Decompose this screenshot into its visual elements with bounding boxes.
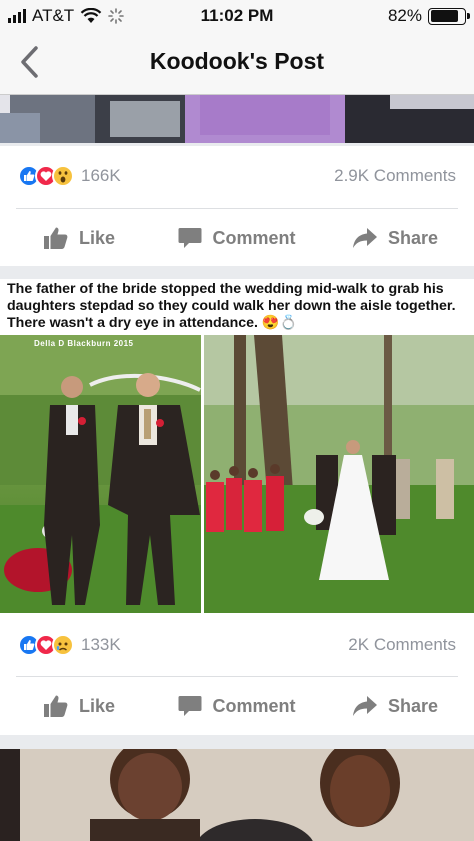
share-arrow-icon — [352, 228, 377, 248]
next-post-image[interactable] — [0, 749, 474, 841]
status-bar: AT&T 11:02 PM 82% — [0, 0, 474, 30]
comment-count[interactable]: 2.9K Comments — [334, 166, 456, 186]
action-bar: Like Comment Share — [0, 676, 474, 736]
like-label: Like — [78, 695, 116, 716]
wedding-photo-right[interactable] — [204, 335, 474, 613]
comment-count[interactable]: 2K Comments — [348, 635, 456, 655]
reactions-row: 133K 2K Comments — [0, 615, 474, 675]
battery-percent: 82% — [387, 6, 422, 25]
reaction-icons[interactable] — [18, 634, 74, 656]
sad-reaction-icon — [52, 634, 74, 656]
reaction-icons[interactable] — [18, 165, 74, 187]
post-1-footer: 166K 2.9K Comments Like Comment Share — [0, 146, 474, 266]
comment-icon — [178, 228, 202, 248]
photo-watermark: Della D Blackburn 2015 — [34, 339, 134, 348]
post-caption: The father of the bride stopped the wedd… — [0, 279, 474, 335]
action-bar: Like Comment Share — [0, 208, 474, 268]
wow-reaction-icon — [52, 165, 74, 187]
reaction-count[interactable]: 133K — [81, 635, 121, 655]
comment-button[interactable]: Comment — [158, 227, 316, 249]
like-button[interactable]: Like — [0, 694, 158, 718]
wedding-photo-left[interactable]: Della D Blackburn 2015 — [0, 335, 201, 613]
comment-button[interactable]: Comment — [158, 695, 316, 717]
comment-icon — [178, 696, 202, 716]
reaction-count[interactable]: 166K — [81, 166, 121, 186]
reactions-row: 166K 2.9K Comments — [0, 146, 474, 206]
thumbs-up-icon — [43, 227, 68, 249]
like-label: Like — [78, 227, 116, 248]
like-button[interactable]: Like — [0, 226, 158, 250]
share-label: Share — [387, 695, 439, 716]
thumbs-up-icon — [43, 695, 68, 717]
post-2-footer: 133K 2K Comments Like Comment Share — [0, 613, 474, 735]
nav-bar: Koodook's Post — [0, 30, 474, 95]
share-button[interactable]: Share — [316, 695, 474, 717]
share-arrow-icon — [352, 696, 377, 716]
comment-label: Comment — [212, 227, 296, 248]
battery-icon — [428, 7, 470, 25]
post-photos[interactable]: Della D Blackburn 2015 — [0, 335, 474, 613]
previous-post-image[interactable] — [0, 95, 474, 143]
battery-group: 82% — [387, 6, 470, 26]
page-title: Koodook's Post — [149, 48, 325, 74]
share-label: Share — [387, 227, 439, 248]
comment-label: Comment — [212, 695, 296, 716]
share-button[interactable]: Share — [316, 227, 474, 249]
